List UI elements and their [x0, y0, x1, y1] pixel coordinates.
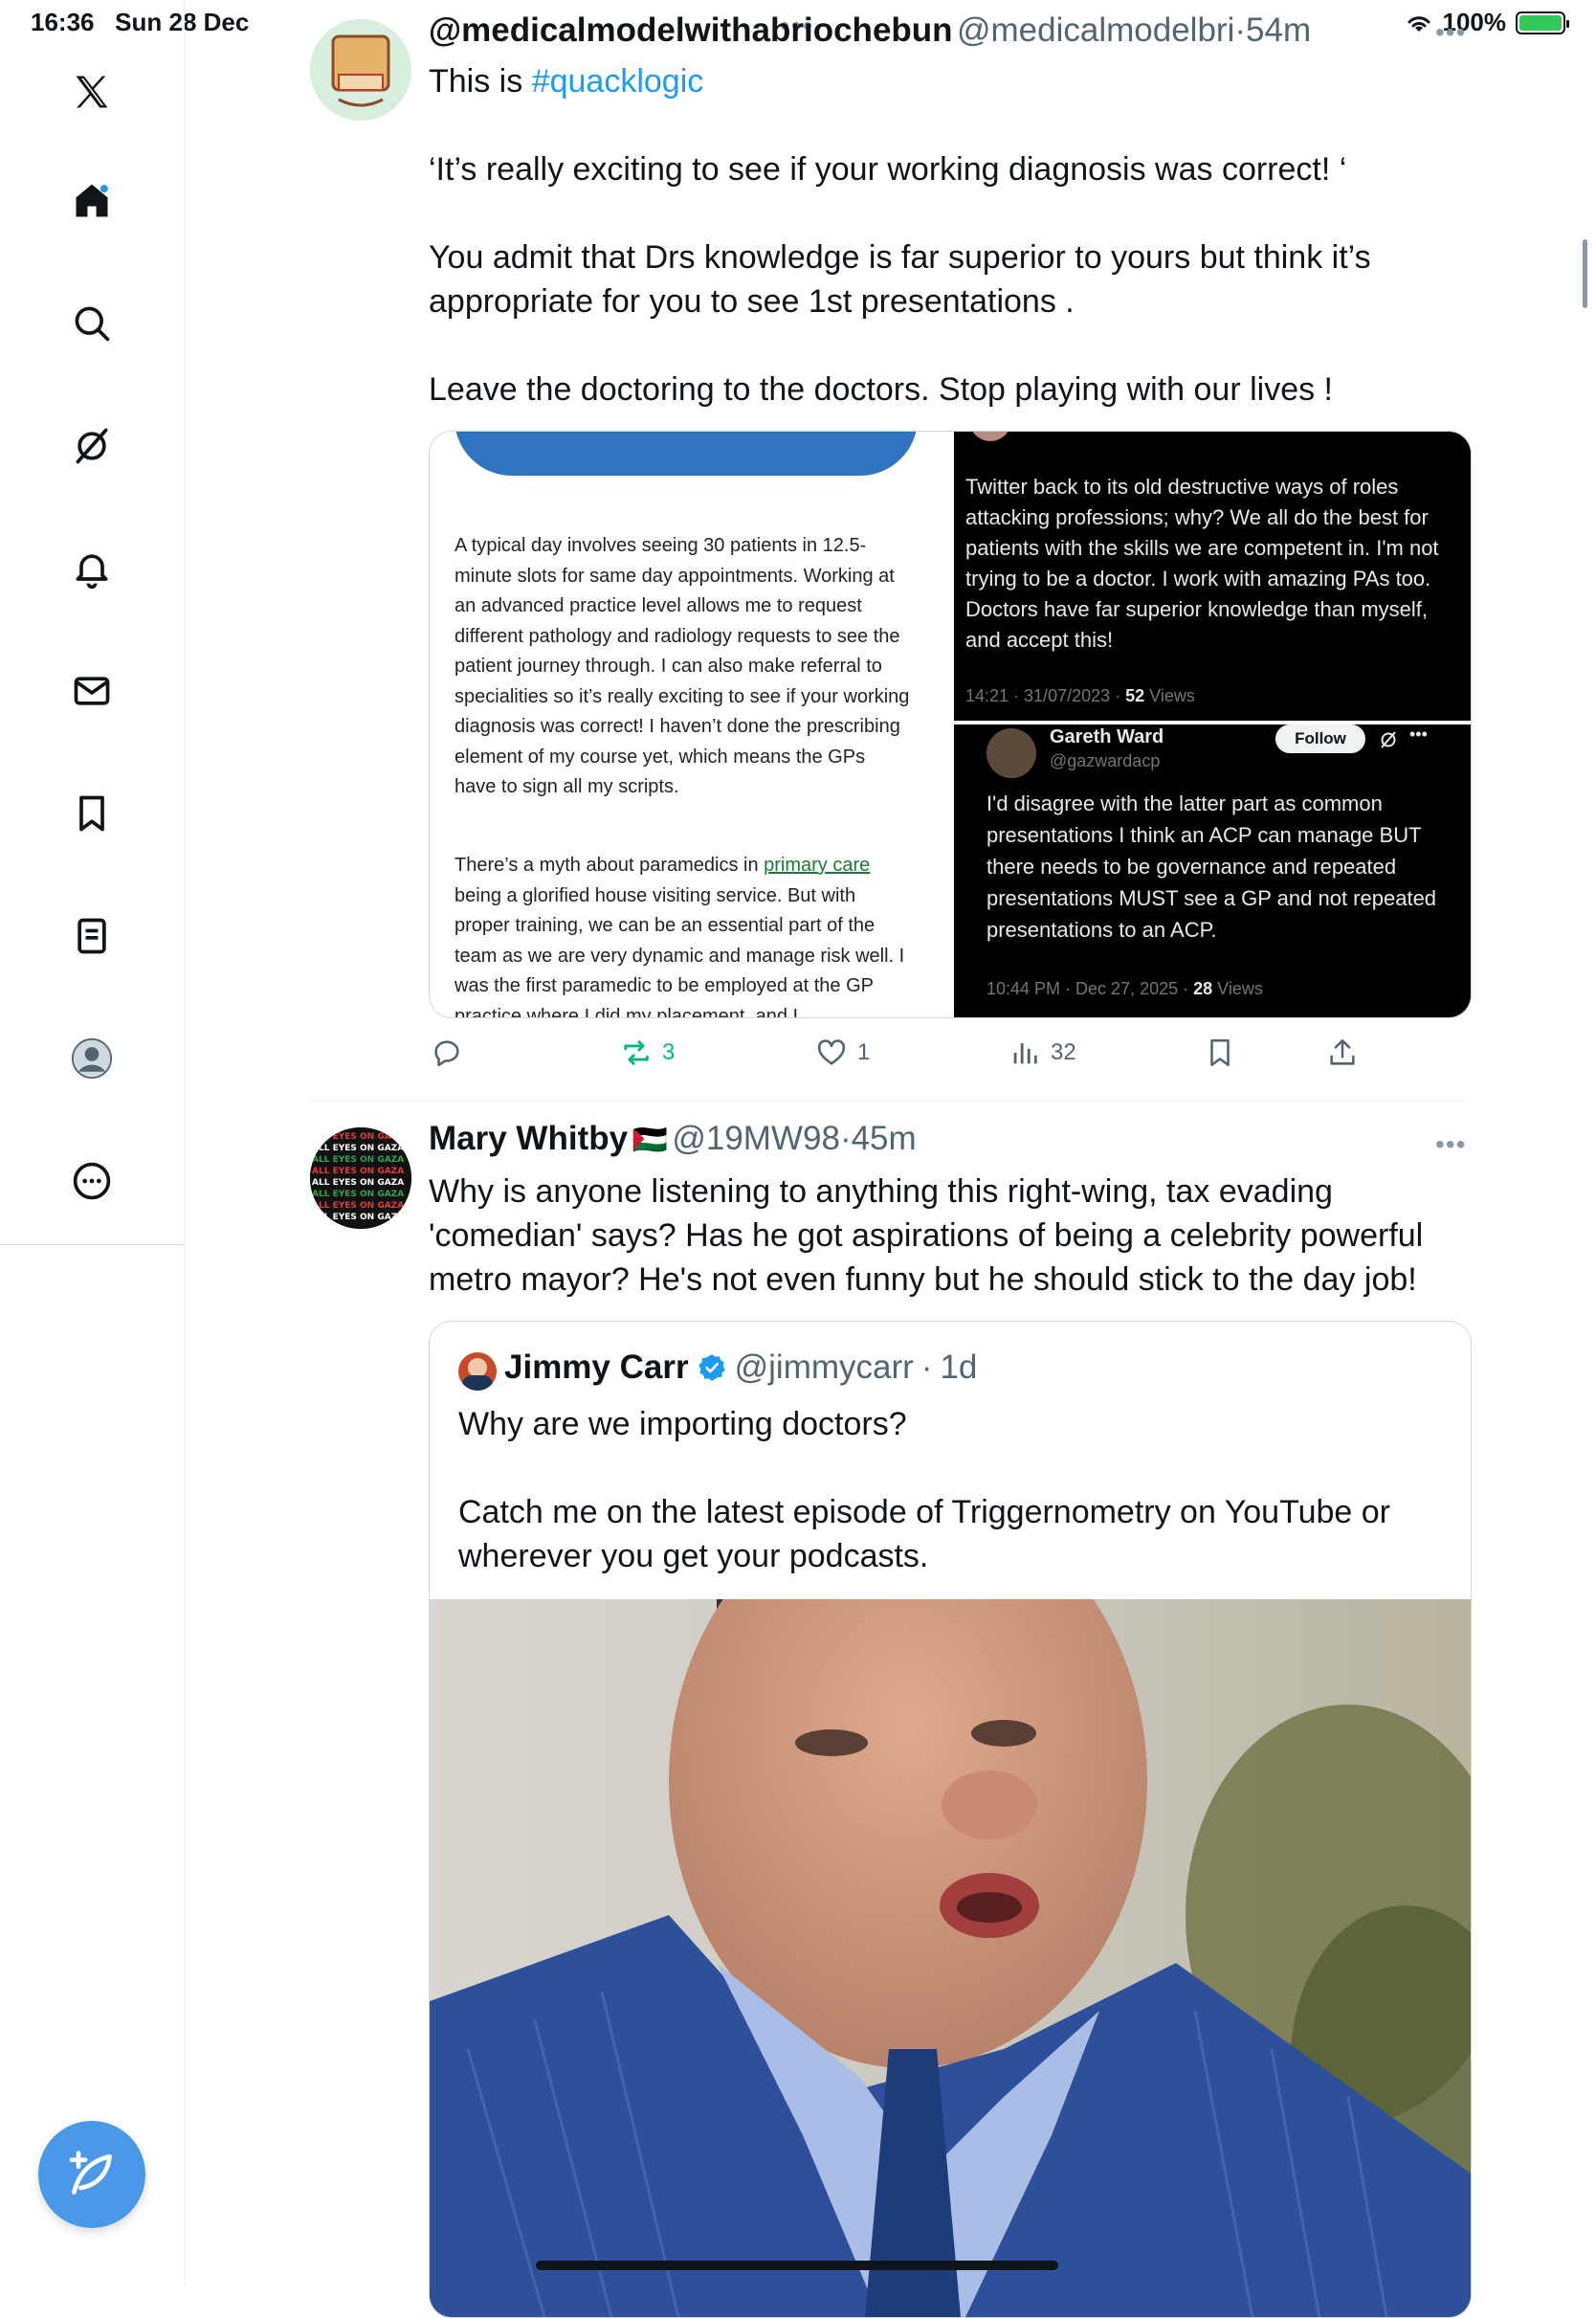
quote-avatar[interactable]: [458, 1352, 497, 1391]
status-right: 100%: [1405, 8, 1569, 37]
post2-avatar[interactable]: ALL EYES ON GAZA ALL EYES ON GAZA ALL EY…: [310, 1127, 411, 1229]
media-article-screenshot[interactable]: A typical day involves seeing 30 patient…: [430, 432, 954, 1017]
quote-video-thumbnail[interactable]: [430, 1599, 1471, 2317]
post2-separator: ·: [839, 1120, 852, 1157]
tweet1-avatar-fragment: [969, 432, 1011, 441]
compose-post-button[interactable]: [38, 2121, 145, 2228]
svg-text:ALL EYES ON GAZA: ALL EYES ON GAZA: [312, 1144, 404, 1153]
post1-text: This is #quacklogic ‘It’s really excitin…: [429, 63, 1371, 408]
post1-view-count: 32: [1051, 1039, 1076, 1065]
svg-text:ALL EYES ON GAZA: ALL EYES ON GAZA: [312, 1201, 404, 1211]
article-paragraph-1: A typical day involves seeing 30 patient…: [454, 535, 910, 797]
post1-more-icon[interactable]: •••: [1435, 17, 1466, 48]
wifi-icon: [1408, 15, 1430, 32]
palestine-flag: 🇵🇸: [632, 1125, 668, 1156]
hashtag-link[interactable]: #quacklogic: [532, 63, 704, 100]
svg-text:ALL EYES ON GAZA: ALL EYES ON GAZA: [312, 1167, 404, 1176]
bookmarks-icon[interactable]: [63, 785, 121, 842]
post-divider: [310, 1101, 1470, 1102]
svg-text:ALL EYES ON GAZA: ALL EYES ON GAZA: [312, 1190, 404, 1199]
post2-handle[interactable]: @19MW98: [672, 1120, 840, 1157]
search-icon[interactable]: [63, 295, 121, 352]
media-tweet-screenshot-1[interactable]: Twitter back to its old destructive ways…: [954, 432, 1471, 721]
post1-repost-button[interactable]: 3: [620, 1032, 675, 1074]
notifications-icon[interactable]: [63, 540, 121, 597]
post1-header: @medicalmodelwithabriochebun @medicalmod…: [429, 11, 1311, 50]
quote-time[interactable]: 1d: [940, 1348, 977, 1387]
quote-header: Jimmy Carr @jimmycarr · 1d: [504, 1348, 977, 1387]
more-icon[interactable]: [63, 1152, 121, 1210]
bookmark-icon: [1210, 1038, 1230, 1067]
verified-badge-icon: [698, 1354, 725, 1381]
reply-icon: [434, 1040, 459, 1067]
grok-icon[interactable]: [63, 417, 121, 475]
quoted-post[interactable]: Jimmy Carr @jimmycarr · 1d Why are we impo…: [429, 1321, 1472, 2318]
gareth-handle: @gazwardacp: [1050, 751, 1161, 770]
post1-media-grid[interactable]: A typical day involves seeing 30 patient…: [429, 431, 1472, 1018]
post1-display-name[interactable]: @medicalmodelwithabriochebun: [429, 11, 953, 49]
post2-time[interactable]: 45m: [852, 1120, 917, 1157]
gareth-name: Gareth Ward: [1050, 726, 1164, 747]
post1-handle[interactable]: @medicalmodelbri: [957, 11, 1234, 49]
compose-feather-icon: [69, 2151, 112, 2195]
gareth-meta: 10:44 PM · Dec 27, 2025 · 28 Views: [986, 979, 1263, 998]
svg-text:ALL EYES ON GAZA: ALL EYES ON GAZA: [312, 1178, 404, 1188]
home-indicator[interactable]: [536, 2261, 1058, 2270]
avatar-badge-image: [310, 19, 411, 121]
x-logo-icon[interactable]: [63, 63, 121, 121]
post1-avatar[interactable]: [310, 19, 411, 121]
post2-more-icon[interactable]: •••: [1435, 1129, 1466, 1160]
post2-display-name[interactable]: Mary Whitby: [429, 1120, 628, 1157]
post1-views-button[interactable]: 32: [1009, 1032, 1076, 1074]
quote-handle[interactable]: @jimmycarr: [735, 1348, 914, 1387]
tweet1-meta: 14:21 · 31/07/2023 · 52 Views: [965, 686, 1195, 705]
tweet1-text: Twitter back to its old destructive ways…: [965, 475, 1439, 652]
repost-icon: [624, 1040, 649, 1065]
post1-repost-count: 3: [662, 1039, 676, 1065]
post1-like-count: 1: [857, 1039, 871, 1065]
avatar-eyes-on-gaza-image: ALL EYES ON GAZA ALL EYES ON GAZA ALL EY…: [310, 1127, 411, 1229]
post1-share-button[interactable]: [1326, 1032, 1359, 1074]
post1-bookmark-button[interactable]: [1204, 1032, 1236, 1074]
sidebar-divider: [0, 1244, 184, 1245]
post1-time[interactable]: 54m: [1246, 11, 1311, 49]
svg-text:ALL EYES ON GAZA: ALL EYES ON GAZA: [312, 1132, 404, 1142]
man-in-suit-image: [430, 1599, 1471, 2317]
post2-text: Why is anyone listening to anything this…: [429, 1173, 1432, 1298]
profile-avatar-icon[interactable]: [63, 1030, 121, 1087]
article-banner: [454, 432, 918, 476]
views-chart-icon: [1013, 1043, 1037, 1064]
svg-text:ALL EYES ON GAZA: ALL EYES ON GAZA: [312, 1155, 404, 1165]
grok-small-icon: [1381, 731, 1396, 748]
share-icon: [1330, 1038, 1355, 1065]
post2-header: Mary Whitby 🇵🇸 @19MW98·45m: [429, 1120, 917, 1158]
scroll-indicator[interactable]: [1583, 239, 1587, 308]
post1-like-button[interactable]: 1: [815, 1032, 870, 1074]
messages-icon[interactable]: [63, 662, 121, 720]
gareth-avatar: [986, 728, 1036, 778]
media-tweet-screenshot-2[interactable]: Gareth Ward @gazwardacp Follow ••• I'd d…: [954, 724, 1471, 1017]
quote-display-name[interactable]: Jimmy Carr: [504, 1348, 689, 1387]
gareth-more-icon: •••: [1409, 724, 1428, 744]
svg-text:ALL EYES ON GAZA: ALL EYES ON GAZA: [312, 1213, 404, 1222]
lists-icon[interactable]: [63, 907, 121, 965]
article-primary-care-link[interactable]: primary care: [764, 855, 870, 876]
home-icon[interactable]: [63, 172, 121, 230]
gareth-follow-button[interactable]: Follow: [1275, 724, 1365, 753]
post1-separator: ·: [1234, 11, 1247, 49]
post1-action-bar: 3 1 32: [429, 1032, 1385, 1074]
post1-reply-button[interactable]: [431, 1032, 463, 1074]
quote-separator: ·: [920, 1348, 933, 1386]
quote-text: Why are we importing doctors? Catch me o…: [458, 1406, 1390, 1574]
sidebar: [0, 0, 185, 2285]
heart-icon: [817, 1039, 846, 1065]
article-paragraph-2: There’s a myth about paramedics in prima…: [454, 855, 905, 1018]
battery-icon: [1516, 11, 1569, 34]
gareth-text: I'd disagree with the latter part as com…: [986, 791, 1437, 942]
